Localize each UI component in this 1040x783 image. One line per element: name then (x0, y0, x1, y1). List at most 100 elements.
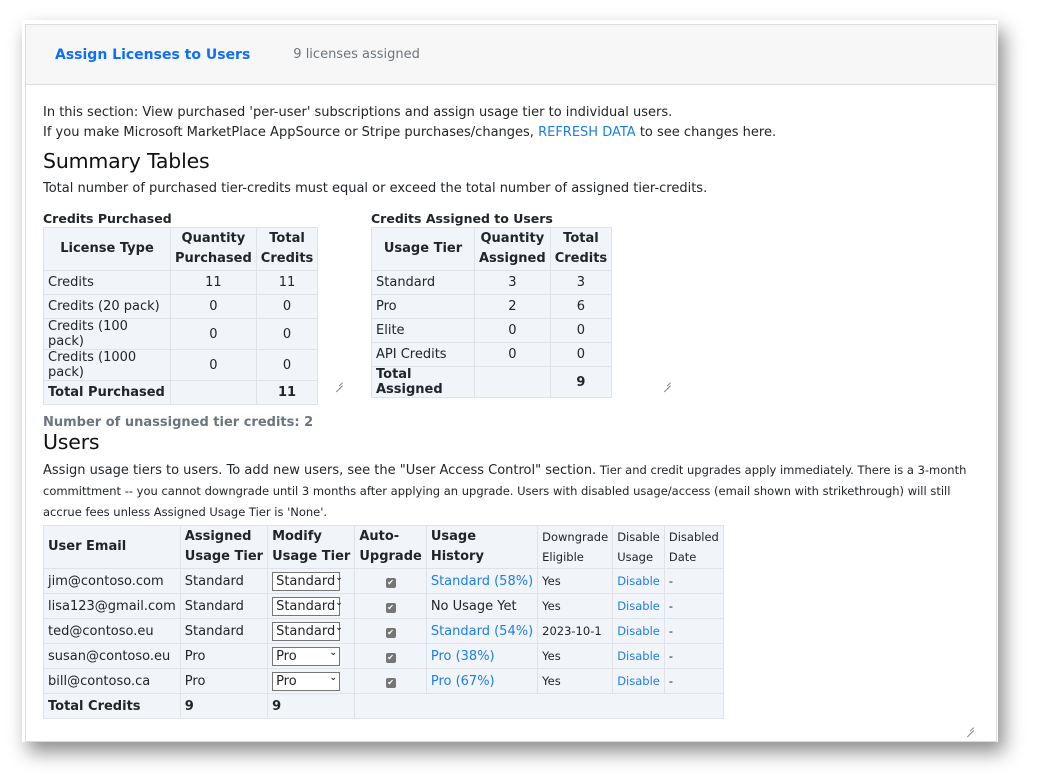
user-email-cell: ted@contoso.eu (43, 618, 181, 644)
col-quantity-purchased: Quantity Purchased (170, 227, 257, 271)
modify-tier-cell: Standard ⌄ (267, 618, 356, 644)
summary-note: Total number of purchased tier-credits m… (43, 181, 708, 196)
downgrade-eligible-cell: Yes (537, 668, 614, 694)
resize-handle[interactable] (966, 723, 974, 731)
usage-tier-cell: Pro (371, 294, 475, 319)
chevron-down-icon: ⌄ (329, 673, 338, 683)
col-license-type: License Type (43, 227, 171, 271)
quantity-cell: 0 (474, 318, 551, 343)
unassigned-credits: Number of unassigned tier credits: 2 (43, 415, 314, 430)
auto-upgrade-checkbox[interactable]: ✔ (385, 577, 396, 588)
disable-usage-link[interactable]: Disable (617, 574, 660, 588)
user-email-cell: jim@contoso.com (43, 568, 181, 594)
disable-usage-link[interactable]: Disable (617, 624, 660, 638)
total-credits-cell: 0 (549, 342, 613, 367)
table-header-row: Usage Tier Quantity Assigned Total Credi… (371, 227, 613, 271)
user-email-cell: lisa123@gmail.com (43, 593, 181, 619)
refresh-data-link[interactable]: REFRESH DATA (538, 125, 636, 140)
usage-history-link[interactable]: Pro (67%) (431, 674, 495, 689)
col-modify-usage-tier: Modify Usage Tier (267, 525, 356, 569)
license-type-cell: Credits (1000 pack) (43, 349, 171, 381)
panel-title[interactable]: Assign Licenses to Users (55, 47, 250, 63)
total-credits-cell: 0 (255, 349, 319, 381)
assign-licenses-panel: Assign Licenses to Users 9 licenses assi… (25, 24, 997, 742)
quantity-cell: 0 (170, 349, 257, 381)
quantity-cell: 0 (474, 342, 551, 367)
quantity-cell: 3 (474, 270, 551, 295)
disable-usage-link[interactable]: Disable (617, 599, 660, 613)
auto-upgrade-checkbox[interactable]: ✔ (385, 677, 396, 688)
total-credits-cell: 0 (255, 318, 319, 350)
license-type-cell: Credits (20 pack) (43, 294, 171, 319)
total-credits-row: Total Credits 9 9 (43, 693, 724, 719)
summary-tables-heading: Summary Tables (43, 149, 210, 173)
users-note: Assign usage tiers to users. To add new … (43, 460, 983, 523)
license-type-cell: Credits (100 pack) (43, 318, 171, 350)
disable-usage-cell: Disable (612, 668, 665, 694)
quantity-cell: 0 (170, 318, 257, 350)
total-label: Total Assigned (371, 366, 475, 398)
auto-upgrade-checkbox[interactable]: ✔ (385, 602, 396, 613)
quantity-cell: 2 (474, 294, 551, 319)
selected-tier: Standard (276, 623, 336, 639)
credits-purchased-table: License Type Quantity Purchased Total Cr… (43, 227, 319, 405)
chevron-down-icon: ⌄ (329, 648, 338, 658)
modify-usage-tier-select[interactable]: Pro ⌄ (272, 671, 341, 691)
auto-upgrade-checkbox[interactable]: ✔ (385, 627, 396, 638)
total-row: Total Assigned 9 (371, 366, 613, 398)
disabled-date-cell: - (663, 668, 724, 694)
quantity-cell: 11 (170, 270, 257, 295)
table-row: Pro 2 6 (371, 294, 613, 319)
users-heading: Users (43, 430, 100, 454)
modify-usage-tier-select[interactable]: Standard ⌄ (272, 571, 343, 591)
user-row: susan@contoso.eu Pro Pro ⌄ ✔ Pro (38%) Yes Disa… (43, 643, 724, 669)
resize-handle[interactable] (335, 378, 343, 386)
disabled-date-cell: - (663, 568, 724, 594)
total-modify: 9 (267, 693, 356, 719)
downgrade-eligible-cell: 2023-10-1 (537, 618, 614, 644)
disable-usage-link[interactable]: Disable (617, 674, 660, 688)
modify-usage-tier-select[interactable]: Standard ⌄ (272, 596, 343, 616)
total-credits-cell: 3 (549, 270, 613, 295)
table-header-row: License Type Quantity Purchased Total Cr… (43, 227, 319, 271)
usage-history-link[interactable]: Pro (38%) (431, 649, 495, 664)
col-usage-history: Usage History (425, 525, 539, 569)
license-type-cell: Credits (43, 270, 171, 295)
usage-history-link[interactable]: Standard (58%) (431, 574, 533, 589)
total-assigned: 9 (179, 693, 269, 719)
users-note-main: Assign usage tiers to users. To add new … (43, 463, 597, 478)
usage-tier-cell: Standard (371, 270, 475, 295)
usage-history-link[interactable]: Standard (54%) (431, 624, 533, 639)
chevron-down-icon: ⌄ (335, 598, 343, 608)
user-email-cell: bill@contoso.ca (43, 668, 181, 694)
total-credits-cell: 11 (255, 270, 319, 295)
quantity-cell: 0 (170, 294, 257, 319)
disabled-date-cell: - (663, 643, 724, 669)
total-value: 11 (255, 380, 319, 405)
disable-usage-cell: Disable (612, 643, 665, 669)
modify-usage-tier-select[interactable]: Pro ⌄ (272, 646, 341, 666)
resize-handle[interactable] (663, 378, 671, 386)
total-row: Total Purchased 11 (43, 380, 319, 405)
col-total-credits: Total Credits (255, 227, 319, 271)
total-credits-cell: 0 (549, 318, 613, 343)
downgrade-eligible-cell: Yes (537, 643, 614, 669)
table-row: API Credits 0 0 (371, 342, 613, 367)
intro-line-2-prefix: If you make Microsoft MarketPlace AppSou… (43, 125, 539, 140)
credits-assigned-block: Credits Assigned to Users Usage Tier Qua… (371, 211, 613, 398)
credits-purchased-block: Credits Purchased License Type Quantity … (43, 211, 319, 405)
downgrade-eligible-cell: Yes (537, 593, 614, 619)
total-value: 9 (549, 366, 613, 398)
user-row: ted@contoso.eu Standard Standard ⌄ ✔ Standard… (43, 618, 724, 644)
empty-cell (170, 380, 257, 405)
downgrade-eligible-cell: Yes (537, 568, 614, 594)
col-usage-tier: Usage Tier (371, 227, 475, 271)
assigned-tier-cell: Standard (179, 618, 269, 644)
disable-usage-link[interactable]: Disable (617, 649, 660, 663)
auto-upgrade-checkbox[interactable]: ✔ (385, 652, 396, 663)
total-credits-cell: 6 (549, 294, 613, 319)
assigned-tier-cell: Pro (179, 668, 269, 694)
modify-usage-tier-select[interactable]: Standard ⌄ (272, 621, 343, 641)
user-row: lisa123@gmail.com Standard Standard ⌄ ✔ No Us… (43, 593, 724, 619)
table-row: Standard 3 3 (371, 270, 613, 295)
